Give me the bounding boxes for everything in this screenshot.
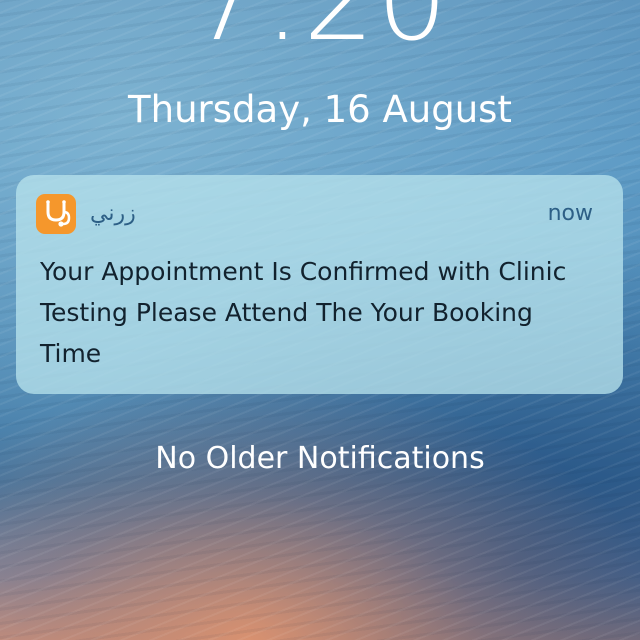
notification-header: زرني now [16, 175, 623, 253]
notification-message: Your Appointment Is Confirmed with Clini… [40, 257, 567, 368]
notification-timestamp: now [547, 201, 593, 226]
notification-card[interactable]: زرني now Your Appointment Is Confirmed w… [16, 175, 623, 394]
no-older-notifications-label: No Older Notifications [155, 441, 485, 476]
stethoscope-app-icon [36, 194, 76, 234]
lock-screen-date: Thursday, 16 August [128, 88, 512, 131]
app-name: زرني [90, 201, 136, 226]
lock-screen-clock: 7:20 [190, 0, 450, 66]
